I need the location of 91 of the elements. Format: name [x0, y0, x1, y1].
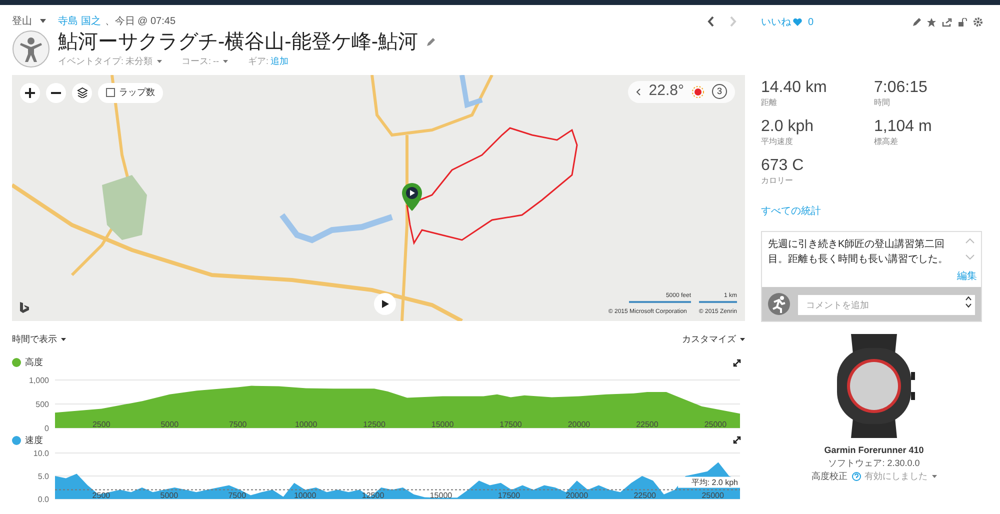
runner-icon	[768, 293, 790, 315]
tick-label: 10.0	[33, 449, 49, 458]
minus-icon	[51, 92, 61, 94]
star-icon[interactable]	[927, 18, 936, 26]
tick-label: 20000	[566, 491, 588, 500]
pencil-icon[interactable]	[426, 38, 435, 46]
altitude-calibration-label: 高度校正	[812, 470, 848, 483]
tick-label: 2500	[92, 420, 110, 428]
user-link[interactable]: 寺島 国之	[58, 14, 101, 28]
chart-label: 高度	[25, 356, 43, 369]
plus-icon	[25, 88, 35, 98]
tick-label: 7500	[228, 491, 246, 500]
share-icon[interactable]	[942, 18, 952, 26]
tick-label: 25000	[704, 420, 727, 428]
caret-icon	[40, 19, 46, 23]
like-link[interactable]: いいね 0	[761, 14, 814, 30]
meta-dropdown[interactable]: --	[213, 55, 228, 68]
date-text: 、今日 @ 07:45	[104, 14, 176, 28]
tick-label: 17500	[500, 420, 522, 428]
device-name: Garmin Forerunner 410	[824, 444, 924, 457]
stat-value: 673 C	[761, 157, 805, 175]
wind-speed-text: 3	[712, 84, 727, 99]
meta-dropdown[interactable]: 未分類	[126, 55, 162, 68]
stat-label: 時間	[874, 97, 891, 109]
tick-label: 10000	[294, 491, 316, 500]
caret-icon	[223, 60, 228, 64]
sun-icon	[692, 86, 704, 98]
software-version: ソフトウェア: 2.30.0.0	[828, 457, 920, 470]
edit-link[interactable]: 編集	[762, 269, 981, 287]
caret-icon	[61, 338, 66, 341]
temperature-text: 22.8°	[648, 81, 684, 102]
tick-label: 25000	[702, 491, 724, 500]
tick-label: 0.0	[38, 495, 49, 504]
stat-value: 14.40 km	[761, 79, 828, 97]
stepper-icon	[965, 296, 972, 308]
activity-type-dropdown[interactable]: 登山	[12, 14, 32, 28]
tick-label: 10000	[294, 420, 318, 428]
lap-toggle[interactable]: ラップ数	[98, 82, 163, 102]
bing-logo-icon	[18, 300, 30, 312]
stat-label: 距離	[761, 97, 778, 109]
tick-label: 17500	[498, 491, 520, 500]
comment-field[interactable]: コメントを追加	[798, 295, 975, 315]
chart-label: 速度	[25, 434, 43, 446]
stat-value: 7:06:15	[874, 79, 928, 97]
meta-label: イベントタイプ:	[58, 55, 124, 68]
stat-label: カロリー	[761, 175, 794, 187]
stat-label: 標高差	[874, 136, 899, 148]
tick-label: 5000	[160, 491, 178, 500]
caret-icon	[156, 60, 162, 64]
tick-label: 2500	[92, 491, 110, 500]
tick-label: 5000	[160, 420, 179, 428]
start-marker-icon	[402, 182, 422, 210]
play-icon	[382, 300, 388, 308]
meta-label: コース:	[182, 55, 212, 68]
expand-icon[interactable]	[733, 358, 741, 367]
pencil-icon[interactable]	[912, 18, 921, 26]
help-icon[interactable]	[852, 472, 860, 481]
tick-label: 15000	[431, 420, 454, 428]
tick-label: 22500	[636, 420, 658, 428]
avatar-icon	[12, 30, 50, 68]
view-mode-dropdown[interactable]: 時間で表示	[12, 332, 66, 346]
tick-label: 1,000	[28, 376, 49, 384]
tick-label: 0	[44, 424, 49, 432]
stat-value: 1,104 m	[874, 118, 933, 136]
tick-label: 12500	[363, 420, 386, 428]
unlocked-lock-icon[interactable]	[958, 18, 967, 26]
tick-label: 20000	[568, 420, 590, 428]
meta-label: ギア:	[248, 55, 269, 68]
tick-label: 12500	[362, 491, 384, 500]
description-text: 先週に引き続きK師匠の登山講習第二回目。距離も長く時間も長い講習でした。	[768, 238, 949, 267]
average-label: 平均: 2.0 kph	[691, 478, 738, 487]
activity-title: 鮎河ーサクラグチ-横谷山-能登ケ峰-鮎河	[58, 30, 418, 54]
caret-icon	[932, 475, 936, 478]
add-gear-link[interactable]: 追加	[270, 55, 289, 68]
stat-label: 平均速度	[761, 136, 794, 148]
chevron-left-icon[interactable]	[636, 88, 641, 96]
tick-label: 22500	[634, 491, 656, 500]
tick-label: 5.0	[38, 472, 49, 481]
caret-icon	[740, 338, 745, 341]
altitude-calibration-dropdown[interactable]: 有効にしました	[864, 470, 936, 483]
tick-label: 500	[36, 400, 49, 408]
layers-icon	[76, 87, 88, 98]
customize-dropdown[interactable]: カスタマイズ	[682, 332, 745, 346]
lap-checkbox[interactable]	[106, 88, 115, 97]
stat-value: 2.0 kph	[761, 118, 814, 136]
settings-icon[interactable]	[973, 17, 983, 27]
expand-icon[interactable]	[733, 436, 741, 444]
tick-label: 7500	[228, 420, 247, 428]
all-stats-link[interactable]: すべての統計	[761, 204, 987, 219]
heart-icon	[793, 18, 802, 26]
previous-icon[interactable]	[707, 16, 714, 26]
